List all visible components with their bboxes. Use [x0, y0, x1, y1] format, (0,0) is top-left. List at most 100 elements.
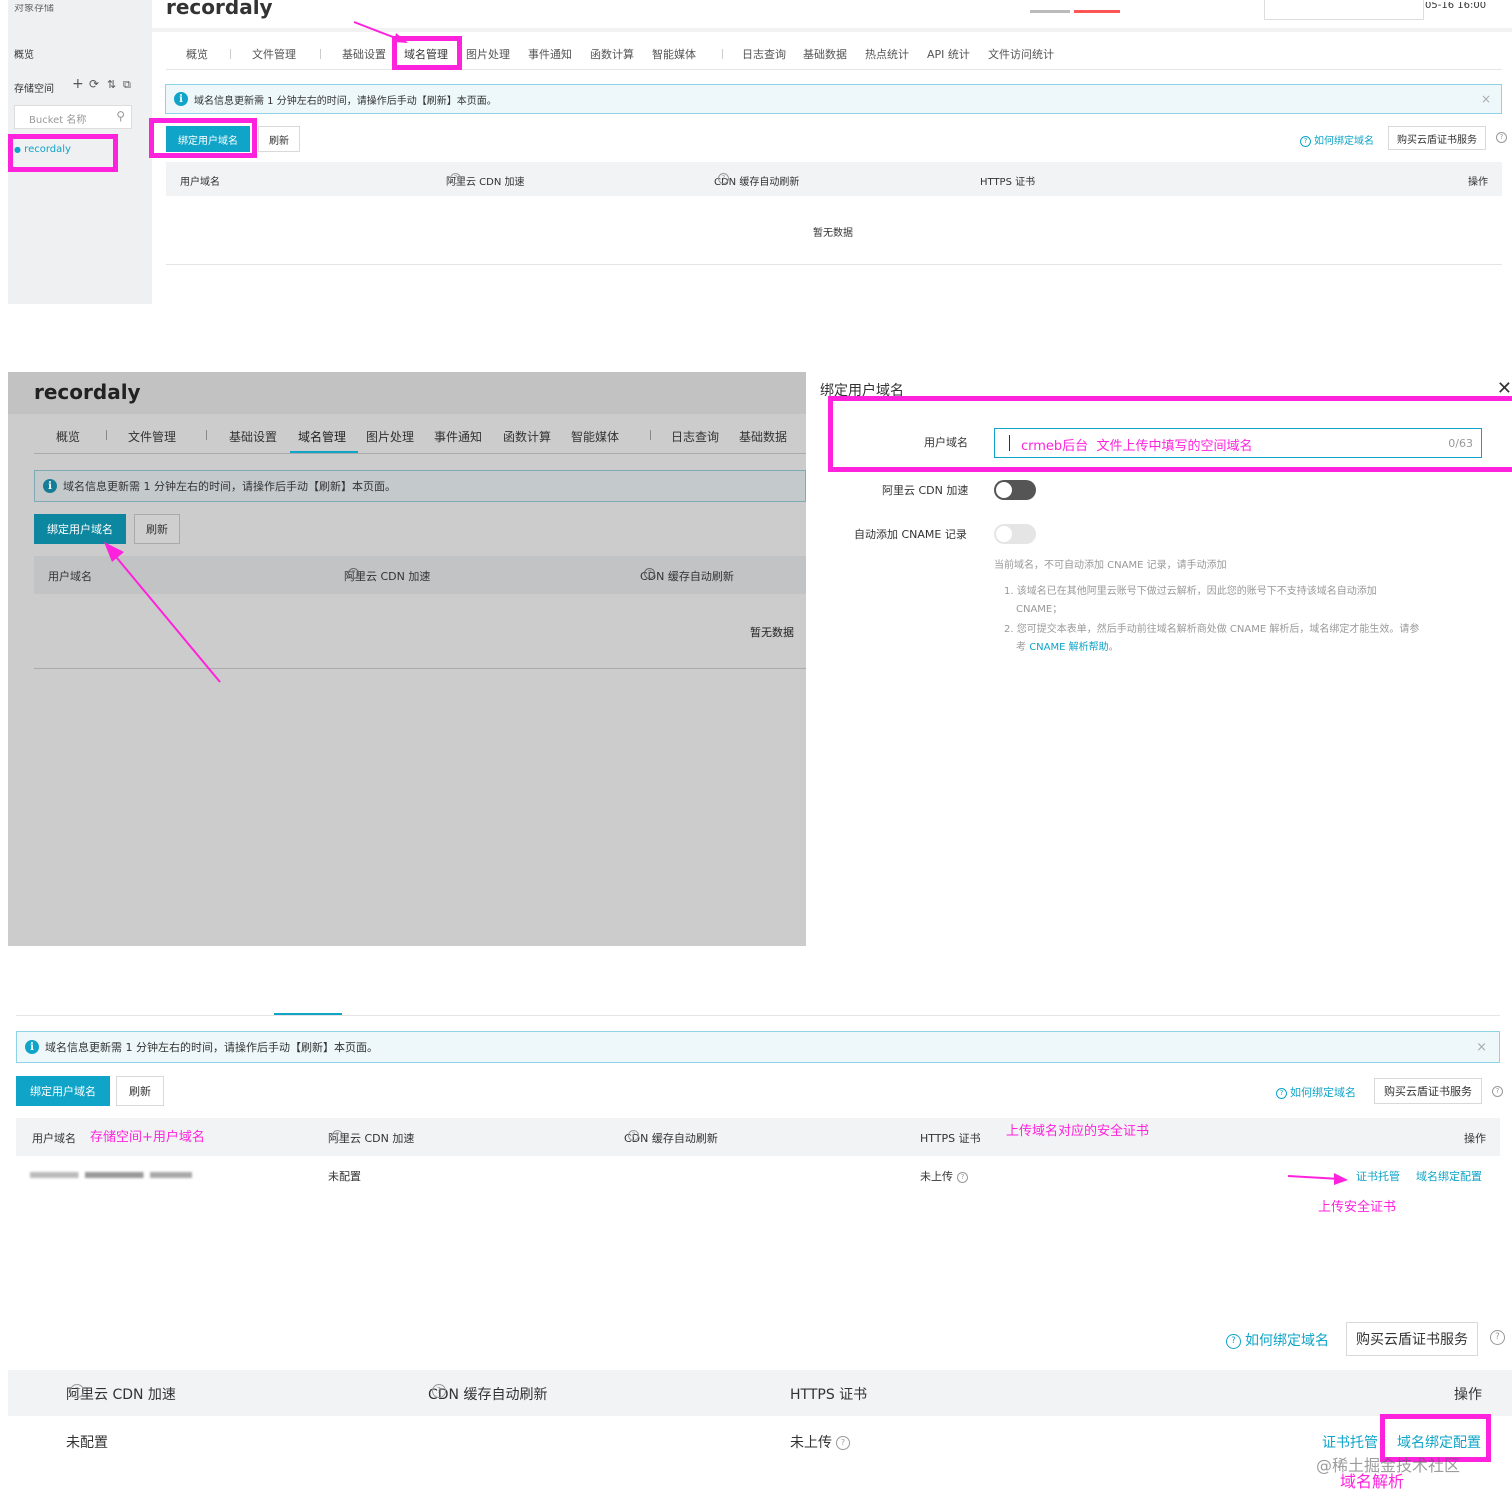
tab-functions[interactable]: 函数计算 — [503, 428, 551, 445]
header-date: 05-16 16:00 — [1425, 2, 1487, 11]
bucket-search-placeholder: Bucket 名称 — [29, 115, 87, 126]
annotation-arrow-3 — [1287, 1173, 1348, 1185]
highlight-bind-button — [149, 118, 257, 158]
sort-icon[interactable]: ⇅ — [107, 78, 116, 91]
bind-domain-button[interactable]: 绑定用户域名 — [16, 1076, 110, 1106]
col-cache-label: CDN 缓存自动刷新 — [428, 1387, 548, 1403]
toggle-knob — [996, 482, 1012, 498]
refresh-button[interactable]: 刷新 — [258, 126, 300, 152]
export-icon[interactable]: ⧉ — [123, 78, 131, 92]
cert-hosting-link[interactable]: 证书托管 — [1356, 1168, 1400, 1184]
close-icon[interactable]: × — [1481, 92, 1491, 106]
tab-bar-divider — [166, 69, 1502, 70]
how-to-bind-link[interactable]: ? 如何绑定域名 — [1300, 132, 1374, 147]
how-to-bind-link[interactable]: ? 如何绑定域名 — [1226, 1330, 1329, 1350]
how-to-bind-link[interactable]: ? 如何绑定域名 — [1276, 1084, 1356, 1100]
tab-functions[interactable]: 函数计算 — [590, 46, 634, 62]
tab-basic-settings[interactable]: 基础设置 — [229, 428, 277, 445]
toggle-knob — [996, 526, 1012, 542]
cname-help-link[interactable]: CNAME 解析帮助 — [1029, 642, 1108, 653]
info-icon: i — [25, 1040, 39, 1054]
help-icon[interactable]: ? — [644, 568, 655, 579]
search-icon[interactable]: ⚲ — [116, 109, 125, 123]
annotation-upload: 上传安全证书 — [1318, 1200, 1397, 1215]
annotation-domain: 存储空间+用户域名 — [90, 1130, 205, 1145]
col-https: HTTPS 证书 — [920, 1132, 981, 1145]
add-icon[interactable]: + — [72, 76, 84, 92]
help-icon[interactable]: ? — [70, 1384, 84, 1398]
highlight-bucket — [8, 134, 118, 172]
tab-overview[interactable]: 概览 — [186, 46, 208, 62]
cname-hint: 当前域名，不可自动添加 CNAME 记录，请手动添加 — [994, 560, 1227, 571]
tab-image[interactable]: 图片处理 — [466, 46, 510, 62]
tab-logs[interactable]: 日志查询 — [742, 46, 786, 62]
tab-basic-settings[interactable]: 基础设置 — [342, 46, 386, 62]
col-https: HTTPS 证书 — [790, 1387, 868, 1403]
page-title: recordaly — [166, 0, 273, 19]
sidebar-item-overview[interactable]: 概览 — [14, 46, 34, 61]
header-clip — [1030, 8, 1130, 15]
tab-data[interactable]: 基础数据 — [803, 46, 847, 62]
header-search-box[interactable] — [1264, 0, 1424, 20]
tab-logs[interactable]: 日志查询 — [671, 428, 719, 445]
table-bottom-line — [166, 264, 1502, 265]
tab-api[interactable]: API 统计 — [927, 46, 970, 62]
tab-media[interactable]: 智能媒体 — [571, 428, 619, 445]
buy-cert-button[interactable]: 购买云盾证书服务 — [1346, 1322, 1478, 1356]
col-domain: 用户域名 — [32, 1132, 76, 1145]
help-icon[interactable]: ? — [332, 1130, 343, 1141]
active-tab-underline — [274, 1013, 342, 1015]
help-icon[interactable]: ? — [432, 1384, 446, 1398]
help-icon[interactable]: ? — [1492, 1086, 1503, 1097]
buy-cert-button[interactable]: 购买云盾证书服务 — [1374, 1078, 1482, 1104]
bind-domain-dialog: 绑定用户域名 ✕ 用户域名 crmeb后台 文件上传中填写的空间域名 0/63 … — [806, 372, 1512, 952]
help-icon[interactable]: ? — [628, 1130, 639, 1141]
help-icon[interactable]: ? — [450, 173, 461, 184]
tab-domain[interactable]: 域名管理 — [298, 428, 346, 445]
help-icon[interactable]: ? — [348, 568, 359, 579]
domain-config-link[interactable]: 域名绑定配置 — [1416, 1168, 1482, 1184]
tab-overview[interactable]: 概览 — [56, 428, 80, 445]
close-icon[interactable]: × — [1476, 1040, 1487, 1055]
sidebar-item-storage[interactable]: 存储空间 — [14, 80, 54, 95]
help-icon[interactable]: ? — [836, 1436, 850, 1450]
cdn-label: 阿里云 CDN 加速 — [882, 484, 969, 497]
buy-cert-button[interactable]: 购买云盾证书服务 — [1388, 126, 1486, 150]
annotation-dns: 域名解析 — [1340, 1472, 1405, 1491]
refresh-button[interactable]: 刷新 — [116, 1076, 164, 1106]
refresh-icon[interactable]: ⟳ — [89, 77, 99, 91]
annotation-arrow-2 — [104, 542, 221, 683]
tab-events[interactable]: 事件通知 — [434, 428, 482, 445]
tab-hot[interactable]: 热点统计 — [865, 46, 909, 62]
cdn-toggle[interactable] — [994, 480, 1036, 500]
panel-4: ? 如何绑定域名 购买云盾证书服务 ? 阿里云 CDN 加速? CDN 缓存自动刷… — [0, 1316, 1512, 1510]
tab-data[interactable]: 基础数据 — [739, 428, 787, 445]
info-text: 域名信息更新需 1 分钟左右的时间，请操作后手动【刷新】本页面。 — [45, 1041, 378, 1054]
note-2-cont: 考 CNAME 解析帮助。 — [1016, 638, 1119, 653]
help-icon[interactable]: ? — [957, 1171, 968, 1183]
help-icon[interactable]: ? — [1496, 132, 1507, 143]
https-status-text: 未上传 — [920, 1170, 953, 1183]
tab-files[interactable]: 文件管理 — [252, 46, 296, 62]
info-icon: i — [174, 92, 188, 106]
tab-files[interactable]: 文件管理 — [128, 428, 176, 445]
tab-events[interactable]: 事件通知 — [528, 46, 572, 62]
help-icon[interactable]: ? — [1490, 1330, 1505, 1345]
page-title: recordaly — [34, 380, 141, 404]
help-icon[interactable]: ? — [718, 173, 729, 184]
panel-1: 对象存储 概览 存储空间 + ⟳ ⇅ ⧉ Bucket 名称 ⚲ ● recor… — [0, 0, 1512, 310]
table-header: 用户域名 存储空间+用户域名 阿里云 CDN 加速? CDN 缓存自动刷新? H… — [16, 1118, 1500, 1156]
help-icon: ? — [1226, 1333, 1241, 1349]
col-domain: 用户域名 — [180, 177, 220, 188]
bucket-search-input[interactable]: Bucket 名称 ⚲ — [14, 105, 132, 129]
cert-hosting-link[interactable]: 证书托管 — [1322, 1432, 1378, 1452]
sidebar-clipped-title: 对象存储 — [14, 4, 54, 14]
cname-toggle[interactable] — [994, 524, 1036, 544]
col-https: HTTPS 证书 — [980, 177, 1036, 188]
tab-access[interactable]: 文件访问统计 — [988, 46, 1054, 62]
tab-media[interactable]: 智能媒体 — [652, 46, 696, 62]
https-status: 未上传? — [920, 1168, 968, 1184]
tab-image[interactable]: 图片处理 — [366, 428, 414, 445]
col-actions: 操作 — [1464, 1132, 1486, 1145]
note-2-suffix: 。 — [1108, 642, 1119, 653]
